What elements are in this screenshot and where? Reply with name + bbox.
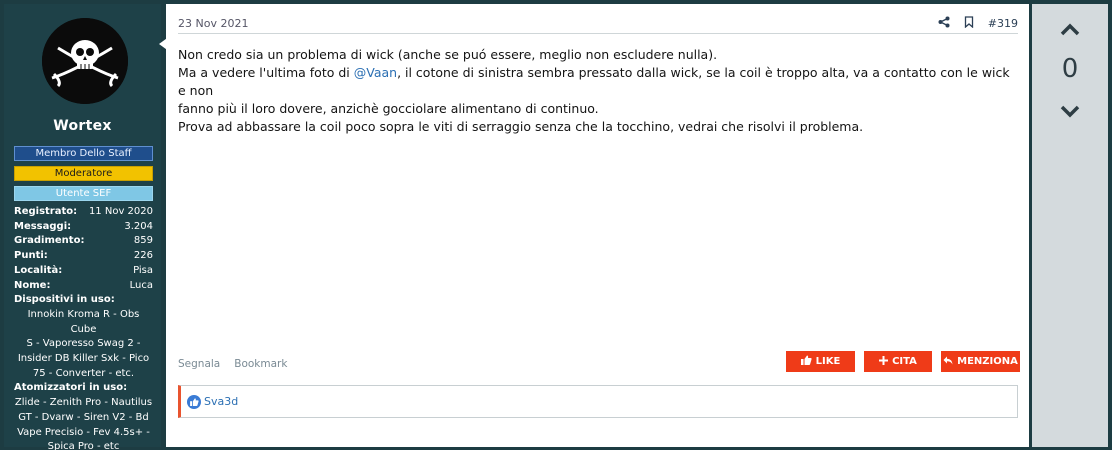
stat-registered: Registrato: 11 Nov 2020 (14, 206, 153, 217)
post-actions: LIKE CITA MENZIONA (786, 351, 1020, 372)
vote-count: 0 (1061, 54, 1079, 84)
bookmark-icon[interactable] (964, 16, 974, 31)
post-header: 23 Nov 2021 #319 (178, 14, 1018, 34)
stat-atomizers: Atomizzatori in uso: Zlide - Zenith Pro … (14, 382, 153, 450)
user-stats: Registrato: 11 Nov 2020 Messaggi: 3.204 Gr… (14, 205, 153, 450)
stat-devices: Dispositivi in uso: Innokin Kroma R - Ob… (14, 294, 150, 379)
stat-messages: Messaggi: 3.204 (14, 220, 153, 232)
quote-button[interactable]: CITA (864, 351, 932, 372)
username[interactable]: Wortex (4, 118, 161, 134)
post-number[interactable]: #319 (988, 17, 1018, 30)
reply-icon (943, 356, 953, 368)
post-container: 23 Nov 2021 #319 Non credo sia un proble… (166, 4, 1029, 447)
vote-panel: 0 (1032, 4, 1108, 447)
moderator-badge: Moderatore (14, 166, 153, 181)
sef-user-badge: Utente SEF (14, 186, 153, 201)
bookmark-link[interactable]: Bookmark (234, 358, 287, 370)
share-icon[interactable] (938, 16, 950, 31)
stat-name: Nome: Luca (14, 279, 153, 291)
stat-points: Punti: 226 (14, 250, 153, 262)
post-line: Prova ad abbassare la coil poco sopra le… (178, 119, 864, 134)
post-date[interactable]: 23 Nov 2021 (178, 17, 248, 30)
user-panel: Wortex Membro Dello Staff Moderatore Ute… (4, 4, 170, 450)
thumbs-up-icon (800, 355, 812, 368)
thumbs-up-icon (187, 394, 201, 409)
chevron-up-icon[interactable] (1060, 22, 1080, 41)
post-footer-links: Segnala Bookmark (178, 358, 287, 370)
post-line: Non credo sia un problema di wick (anche… (178, 47, 718, 62)
stat-location: Località: Pisa (14, 264, 153, 276)
user-avatar[interactable] (42, 18, 128, 104)
chevron-down-icon[interactable] (1060, 103, 1080, 122)
plus-icon (879, 355, 889, 368)
post-line: Ma a vedere l'ultima foto di @Vaan, il c… (178, 65, 1010, 98)
post-footer: Segnala Bookmark LIKE CITA MENZIONA (178, 351, 1020, 375)
report-link[interactable]: Segnala (178, 358, 220, 370)
staff-badge: Membro Dello Staff (14, 146, 153, 161)
reaction-user-link[interactable]: Sva3d (204, 395, 238, 408)
stat-reactions: Gradimento: 859 (14, 235, 153, 247)
post-body: Non credo sia un problema di wick (anche… (178, 46, 1018, 136)
post-line: fanno più il loro dovere, anzichè goccio… (178, 101, 599, 116)
skull-crossed-swords-icon (42, 18, 128, 104)
like-button[interactable]: LIKE (786, 351, 855, 372)
mention-button[interactable]: MENZIONA (941, 351, 1020, 372)
post-tools: #319 (938, 16, 1018, 31)
reactions-bar: Sva3d (178, 385, 1018, 418)
user-mention-link[interactable]: @Vaan (354, 65, 397, 80)
